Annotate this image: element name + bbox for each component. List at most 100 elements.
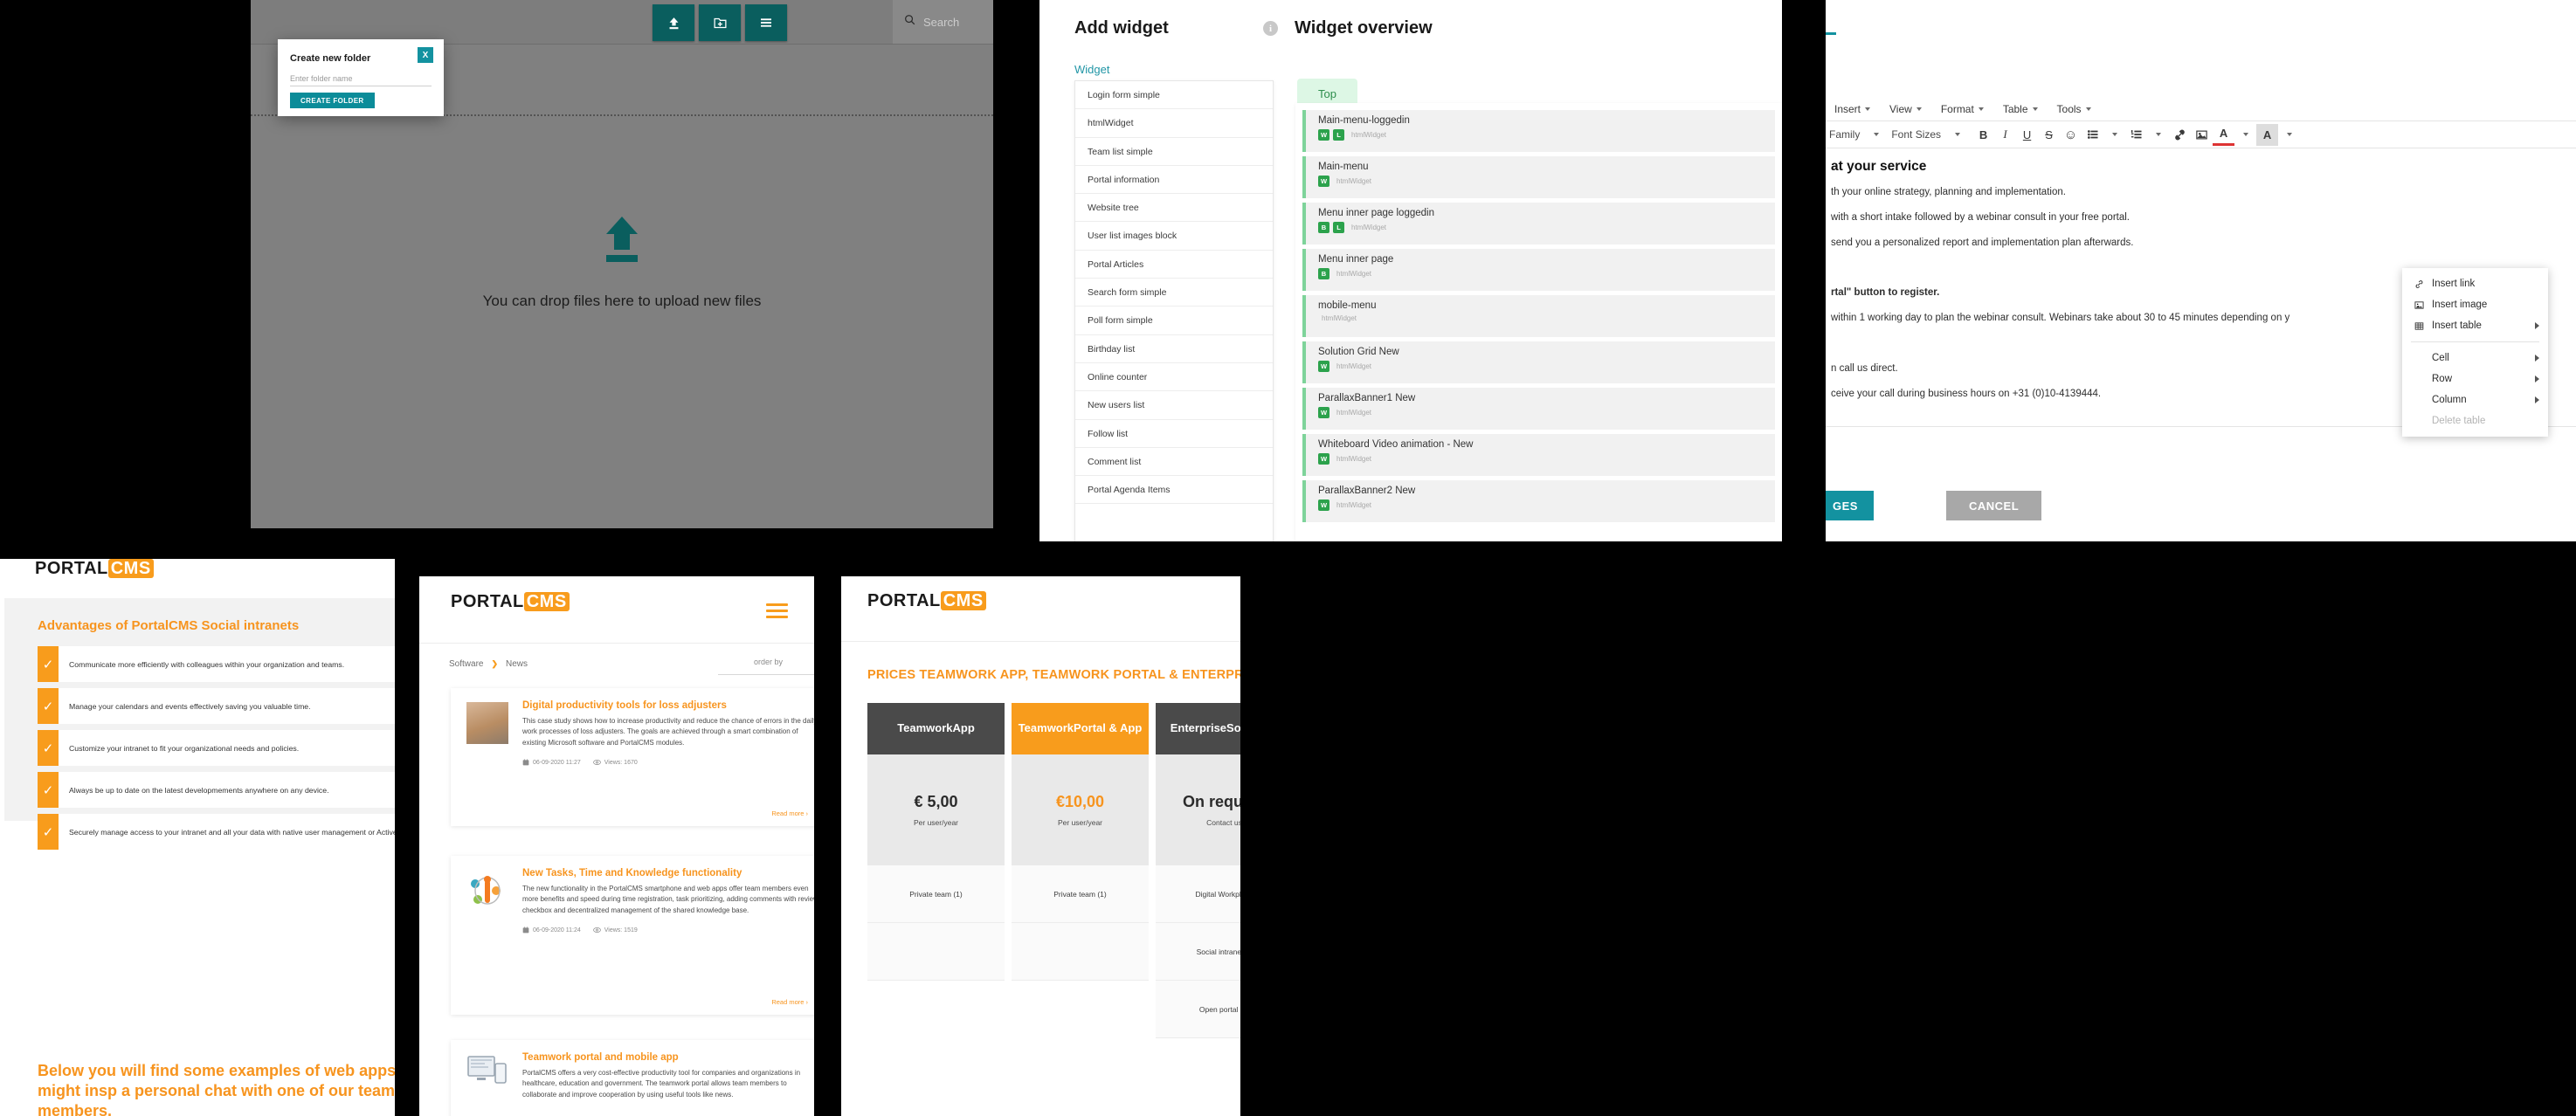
context-menu-item-column[interactable]: Column xyxy=(2402,389,2548,410)
portalcms-logo: PORTAL CMS xyxy=(35,559,154,587)
pricing-column-title: EnterpriseSolutions xyxy=(1156,703,1240,754)
order-by-select[interactable] xyxy=(718,674,814,675)
list-view-icon[interactable] xyxy=(745,4,787,41)
bullet-list-icon[interactable] xyxy=(2082,124,2103,146)
insert-link-icon[interactable] xyxy=(2169,124,2191,146)
widget-overview-row[interactable]: ParallaxBanner1 New WhtmlWidget xyxy=(1302,388,1775,430)
widget-type: htmlWidget xyxy=(1351,131,1387,139)
widget-overview-row[interactable]: Main-menu WhtmlWidget xyxy=(1302,156,1775,198)
font-family-select[interactable]: Family xyxy=(1829,128,1880,141)
widget-list-item[interactable]: Team list simple xyxy=(1075,138,1273,166)
hamburger-menu-icon[interactable] xyxy=(766,603,788,622)
widget-overview-row[interactable]: Main-menu-loggedin W LhtmlWidget xyxy=(1302,110,1775,152)
widget-list-item[interactable]: Online counter xyxy=(1075,363,1273,392)
editor-menu-tools[interactable]: Tools xyxy=(2057,103,2091,115)
menu-item-label: Insert image xyxy=(2432,300,2488,310)
article-thumbnail xyxy=(466,702,508,744)
widget-badge-l: L xyxy=(1333,222,1344,233)
create-folder-button[interactable]: CREATE FOLDER xyxy=(290,93,375,108)
underline-icon[interactable]: U xyxy=(2016,124,2038,146)
read-more-link[interactable]: Read more › xyxy=(771,809,808,817)
portalcms-logo[interactable]: PORTAL CMS xyxy=(867,591,986,611)
context-menu-item-insert-table[interactable]: Insert table xyxy=(2402,315,2548,336)
cancel-button[interactable]: CANCEL xyxy=(1946,491,2042,520)
info-icon[interactable]: i xyxy=(1263,21,1278,36)
font-size-select[interactable]: Font Sizes xyxy=(1891,128,1961,141)
search-bar[interactable] xyxy=(893,0,993,44)
widget-list-item[interactable]: Website tree xyxy=(1075,194,1273,223)
emoticon-icon[interactable]: ☺ xyxy=(2060,124,2082,146)
widget-meta: BhtmlWidget xyxy=(1318,268,1775,279)
widget-badge-w: W xyxy=(1318,407,1329,418)
news-article-card[interactable]: Read more › Digital productivity tools fo… xyxy=(451,688,814,826)
insert-image-icon[interactable] xyxy=(2191,124,2213,146)
read-more-link[interactable]: Read more › xyxy=(771,998,808,1006)
numbered-list-icon[interactable] xyxy=(2125,124,2147,146)
widget-list-item[interactable]: Portal information xyxy=(1075,166,1273,195)
editor-menu-table[interactable]: Table xyxy=(2003,103,2038,115)
article-title[interactable]: Teamwork portal and mobile app xyxy=(522,1052,814,1063)
widget-overview-row[interactable]: Menu inner page loggedin B LhtmlWidget xyxy=(1302,203,1775,245)
background-color-icon[interactable]: A xyxy=(2256,123,2279,146)
article-title[interactable]: Digital productivity tools for loss adju… xyxy=(522,700,814,711)
widget-overview-row[interactable]: Menu inner page BhtmlWidget xyxy=(1302,249,1775,291)
chevron-down-icon[interactable] xyxy=(2103,124,2125,146)
widget-list-item[interactable]: Login form simple xyxy=(1075,81,1273,110)
menu-item-label: Insert link xyxy=(2432,279,2476,289)
widget-list-item[interactable]: Portal Agenda Items xyxy=(1075,476,1273,505)
widget-list-item[interactable]: Birthday list xyxy=(1075,335,1273,363)
check-icon: ✓ xyxy=(38,646,59,682)
article-thumbnail xyxy=(466,1054,508,1096)
widget-list-item[interactable]: Poll form simple xyxy=(1075,307,1273,335)
folder-name-input[interactable] xyxy=(290,71,432,86)
content-paragraph: with a short intake followed by a webina… xyxy=(1831,211,2130,223)
breadcrumb-item-news[interactable]: News xyxy=(506,659,528,669)
order-by-label: order by xyxy=(753,658,783,666)
widget-list-item[interactable]: New users list xyxy=(1075,391,1273,420)
widget-badge-w: W xyxy=(1318,499,1329,511)
context-menu-item-insert-link[interactable]: Insert link xyxy=(2402,273,2548,294)
pricing-price-block: € 5,00 Per user/year xyxy=(867,754,1005,865)
widget-meta: WhtmlWidget xyxy=(1318,176,1775,187)
widget-list-item[interactable]: Search form simple xyxy=(1075,279,1273,307)
context-menu-item-insert-image[interactable]: Insert image xyxy=(2402,294,2548,315)
article-title[interactable]: New Tasks, Time and Knowledge functional… xyxy=(522,868,814,878)
chevron-down-icon[interactable] xyxy=(2147,124,2169,146)
widget-overview-row[interactable]: Solution Grid New WhtmlWidget xyxy=(1302,341,1775,383)
news-article-card[interactable]: Read more › New Tasks, Time and Knowledge… xyxy=(451,856,814,1015)
context-menu-item-cell[interactable]: Cell xyxy=(2402,348,2548,369)
tab-widget[interactable]: Widget xyxy=(1074,63,1109,76)
advantage-text: Manage your calendars and events effecti… xyxy=(69,701,311,711)
close-icon[interactable]: X xyxy=(418,47,433,63)
bold-icon[interactable]: B xyxy=(1972,124,1994,146)
widget-name: Solution Grid New xyxy=(1318,347,1399,357)
chevron-down-icon xyxy=(1916,107,1922,111)
save-changes-button[interactable]: GES xyxy=(1826,491,1874,520)
strikethrough-icon[interactable]: S xyxy=(2038,124,2060,146)
context-menu-item-row[interactable]: Row xyxy=(2402,369,2548,389)
text-color-icon[interactable]: A xyxy=(2213,124,2235,146)
upload-icon[interactable] xyxy=(653,4,694,41)
editor-menu-view[interactable]: View xyxy=(1889,103,1922,115)
widget-overview-row[interactable]: ParallaxBanner2 New WhtmlWidget xyxy=(1302,480,1775,522)
chevron-down-icon[interactable] xyxy=(2234,124,2256,146)
widget-list-item[interactable]: Follow list xyxy=(1075,420,1273,448)
widget-overview-row[interactable]: mobile-menu htmlWidget xyxy=(1302,295,1775,337)
breadcrumb-item-software[interactable]: Software xyxy=(449,659,483,669)
editor-menu-insert[interactable]: Insert xyxy=(1834,103,1871,115)
file-dropzone[interactable]: You can drop files here to upload new fi… xyxy=(251,131,993,393)
chevron-down-icon[interactable] xyxy=(2278,124,2300,146)
breadcrumb: Software ❯ News xyxy=(449,659,528,669)
new-folder-icon[interactable] xyxy=(699,4,741,41)
widget-list-item[interactable]: Portal Articles xyxy=(1075,251,1273,279)
widget-list-item[interactable]: User list images block xyxy=(1075,222,1273,251)
pricing-title-line: Portal & App xyxy=(1074,721,1143,735)
portalcms-logo[interactable]: PORTAL CMS xyxy=(451,592,570,612)
widget-list-item[interactable]: htmlWidget xyxy=(1075,109,1273,138)
search-input[interactable] xyxy=(923,15,977,29)
widget-overview-row[interactable]: Whiteboard Video animation - New WhtmlWid… xyxy=(1302,434,1775,476)
italic-icon[interactable]: I xyxy=(1994,124,2016,146)
news-article-card[interactable]: Teamwork portal and mobile app PortalCMS … xyxy=(451,1040,814,1116)
widget-list-item[interactable]: Comment list xyxy=(1075,448,1273,477)
editor-menu-format[interactable]: Format xyxy=(1941,103,1984,115)
